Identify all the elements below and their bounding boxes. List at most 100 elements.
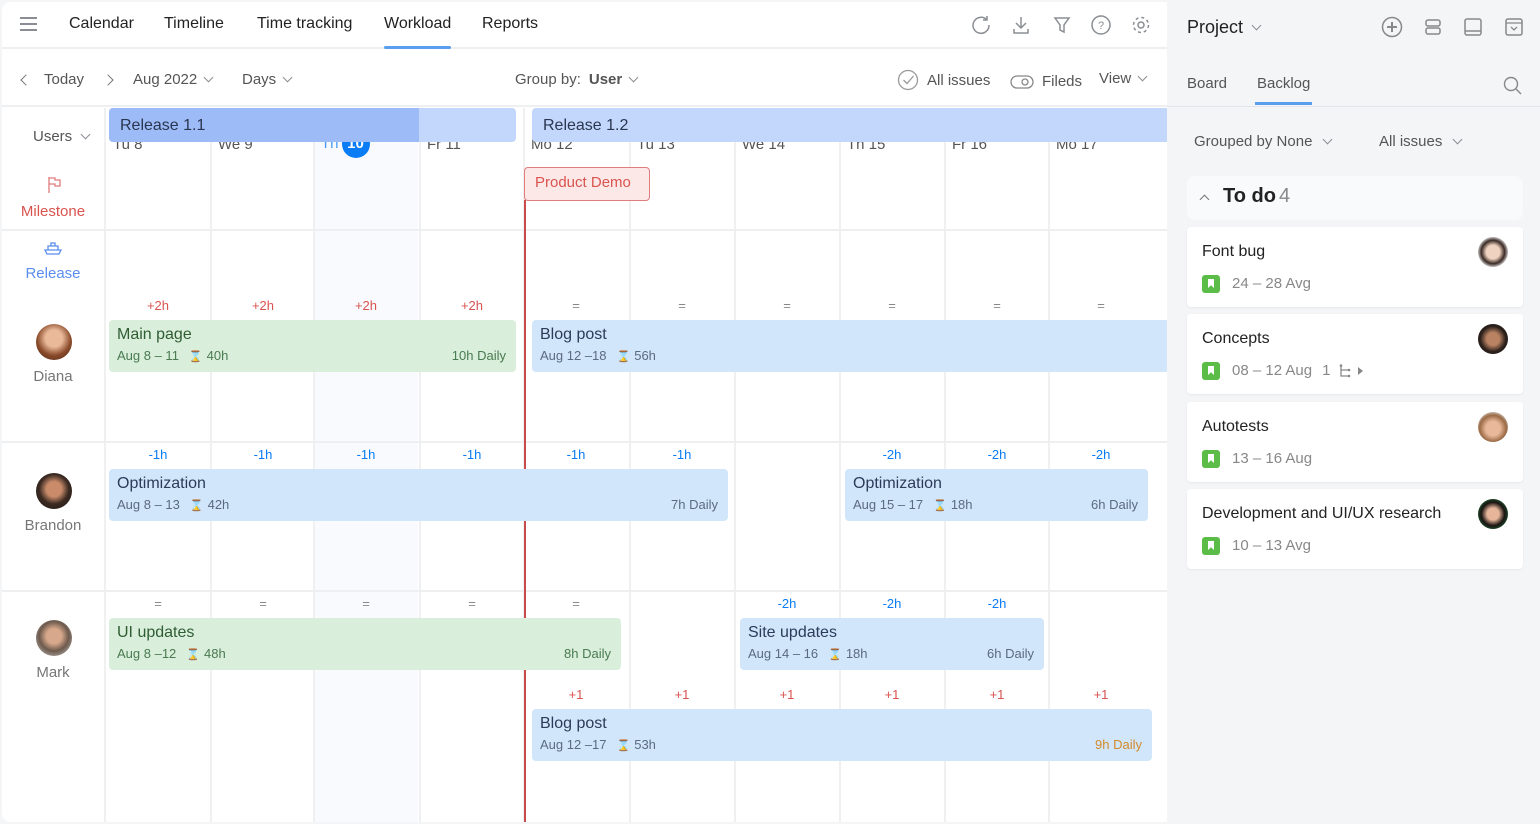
group-by-filter[interactable]: Grouped by None bbox=[1194, 133, 1333, 150]
capacity-delta: +1 bbox=[989, 687, 1005, 702]
task-bar[interactable]: Main page Aug 8 – 11 ⌛ 40h 10h Daily bbox=[109, 320, 516, 372]
release-bar[interactable]: Release 1.1 bbox=[109, 108, 516, 142]
task-daily: 10h Daily bbox=[451, 348, 506, 363]
task-daily: 6h Daily bbox=[987, 646, 1034, 661]
tab-workload[interactable]: Workload bbox=[384, 15, 452, 49]
capacity-delta: +1 bbox=[1093, 687, 1109, 702]
task-bar[interactable]: Blog post Aug 12 –18 ⌛ 56h bbox=[532, 320, 1167, 372]
task-bar[interactable]: Blog post Aug 12 –17 ⌛ 53h 9h Daily bbox=[532, 709, 1152, 761]
task-daily: 7h Daily bbox=[671, 497, 718, 512]
users-select-value: Users bbox=[33, 128, 73, 145]
group-by-value: User bbox=[588, 71, 623, 88]
chevron-up-icon[interactable] bbox=[1199, 194, 1210, 205]
capacity-delta: = bbox=[259, 596, 267, 611]
backlog-card[interactable]: Concepts 08 – 12 Aug 1 bbox=[1187, 314, 1523, 394]
hourglass-icon: ⌛ bbox=[933, 500, 947, 512]
capacity-delta: = bbox=[1097, 298, 1105, 313]
menu-icon[interactable] bbox=[20, 17, 37, 31]
users-select[interactable]: Users bbox=[33, 128, 91, 145]
download-icon[interactable] bbox=[1010, 14, 1032, 36]
section-title: To do bbox=[1223, 185, 1276, 207]
search-icon[interactable] bbox=[1503, 76, 1523, 96]
project-title: Project bbox=[1187, 17, 1244, 37]
prev-icon[interactable] bbox=[20, 73, 32, 86]
month-select[interactable]: Aug 2022 bbox=[133, 71, 214, 88]
card-title: Concepts bbox=[1202, 330, 1270, 347]
tab-time-tracking[interactable]: Time tracking bbox=[257, 15, 352, 33]
capacity-delta: -1h bbox=[672, 447, 692, 462]
today-button[interactable]: Today bbox=[44, 71, 84, 88]
task-hours: 56h bbox=[634, 348, 656, 363]
today-column bbox=[314, 108, 418, 822]
top-nav: Calendar Timeline Time tracking Workload… bbox=[2, 2, 1167, 49]
capacity-delta: = bbox=[993, 298, 1001, 313]
issues-filter[interactable]: All issues bbox=[1379, 133, 1463, 150]
split-view-icon[interactable] bbox=[1422, 16, 1444, 38]
tab-calendar[interactable]: Calendar bbox=[69, 15, 134, 33]
project-panel: Project Board Backlog Grouped by None Al… bbox=[1167, 0, 1540, 824]
hourglass-icon: ⌛ bbox=[828, 649, 842, 661]
help-icon[interactable]: ? bbox=[1090, 14, 1112, 36]
toolbar: Today Aug 2022 Days Group by: User All i… bbox=[2, 51, 1167, 107]
user-name: Diana bbox=[33, 368, 73, 385]
tab-reports[interactable]: Reports bbox=[482, 15, 538, 33]
expand-icon[interactable] bbox=[1358, 366, 1364, 375]
capacity-delta: = bbox=[678, 298, 686, 313]
subtask-count: 1 bbox=[1322, 362, 1331, 379]
card-dates: 24 – 28 Avg bbox=[1232, 275, 1311, 292]
all-issues-toggle[interactable]: All issues bbox=[897, 69, 990, 91]
todo-section-header[interactable]: To do 4 bbox=[1187, 176, 1523, 220]
backlog-card[interactable]: Development and UI/UX research 10 – 13 A… bbox=[1187, 489, 1523, 569]
tab-timeline[interactable]: Timeline bbox=[164, 15, 224, 33]
filter-icon[interactable] bbox=[1051, 14, 1073, 36]
backlog-card[interactable]: Font bug 24 – 28 Avg bbox=[1187, 227, 1523, 307]
scale-select[interactable]: Days bbox=[242, 71, 293, 88]
task-bar[interactable]: UI updates Aug 8 –12 ⌛ 48h 8h Daily bbox=[109, 618, 621, 670]
user-name: Brandon bbox=[24, 517, 82, 534]
milestone-product-demo[interactable]: Product Demo bbox=[524, 167, 650, 201]
capacity-delta: -1h bbox=[253, 447, 273, 462]
task-title: Main page bbox=[117, 326, 192, 343]
bottom-panel-icon[interactable] bbox=[1462, 16, 1484, 38]
card-meta: 10 – 13 Avg bbox=[1232, 537, 1311, 554]
card-dates: 13 – 16 Aug bbox=[1232, 450, 1313, 467]
story-icon bbox=[1202, 362, 1220, 380]
avatar bbox=[1478, 237, 1508, 267]
view-select[interactable]: View bbox=[1099, 70, 1148, 87]
release-bar[interactable]: Release 1.2 bbox=[532, 108, 1167, 142]
capacity-delta: -1h bbox=[148, 447, 168, 462]
view-label: View bbox=[1099, 70, 1132, 87]
chevron-down-icon bbox=[628, 72, 639, 83]
fields-toggle[interactable]: Fileds bbox=[1010, 73, 1082, 90]
tab-backlog[interactable]: Backlog bbox=[1254, 75, 1313, 105]
settings-icon[interactable] bbox=[1130, 14, 1152, 36]
scale-select-value: Days bbox=[242, 71, 277, 88]
ship-icon bbox=[44, 242, 62, 255]
next-icon[interactable] bbox=[102, 73, 114, 86]
task-bar[interactable]: Site updates Aug 14 – 16 ⌛ 18h 6h Daily bbox=[740, 618, 1044, 670]
refresh-icon[interactable] bbox=[970, 14, 992, 36]
project-select[interactable]: Project bbox=[1187, 17, 1262, 38]
group-by-select[interactable]: Group by: User bbox=[515, 71, 639, 88]
task-bar[interactable]: Optimization Aug 8 – 13 ⌛ 42h 7h Daily bbox=[109, 469, 728, 521]
capacity-delta: +2h bbox=[251, 298, 275, 313]
capacity-delta: -2h bbox=[987, 596, 1007, 611]
tab-board[interactable]: Board bbox=[1187, 75, 1227, 92]
task-dates: Aug 8 – 11 bbox=[117, 348, 179, 363]
task-dates: Aug 15 – 17 bbox=[853, 497, 924, 512]
fields-label: Fileds bbox=[1042, 73, 1083, 90]
add-icon[interactable] bbox=[1381, 16, 1403, 38]
capacity-delta: +2h bbox=[354, 298, 378, 313]
avatar bbox=[1478, 412, 1508, 442]
capacity-delta: -2h bbox=[882, 596, 902, 611]
collapse-panel-icon[interactable] bbox=[1503, 16, 1525, 38]
row-divider bbox=[2, 590, 1167, 592]
task-hours: 42h bbox=[207, 497, 230, 512]
task-bar[interactable]: Optimization Aug 15 – 17 ⌛ 18h 6h Daily bbox=[845, 469, 1148, 521]
backlog-card[interactable]: Autotests 13 – 16 Aug bbox=[1187, 402, 1523, 482]
task-meta: Aug 12 –18 ⌛ 56h bbox=[540, 348, 1164, 363]
avatar bbox=[36, 324, 72, 360]
capacity-delta: = bbox=[572, 596, 580, 611]
card-title: Autotests bbox=[1202, 418, 1269, 435]
avatar bbox=[1478, 499, 1508, 529]
